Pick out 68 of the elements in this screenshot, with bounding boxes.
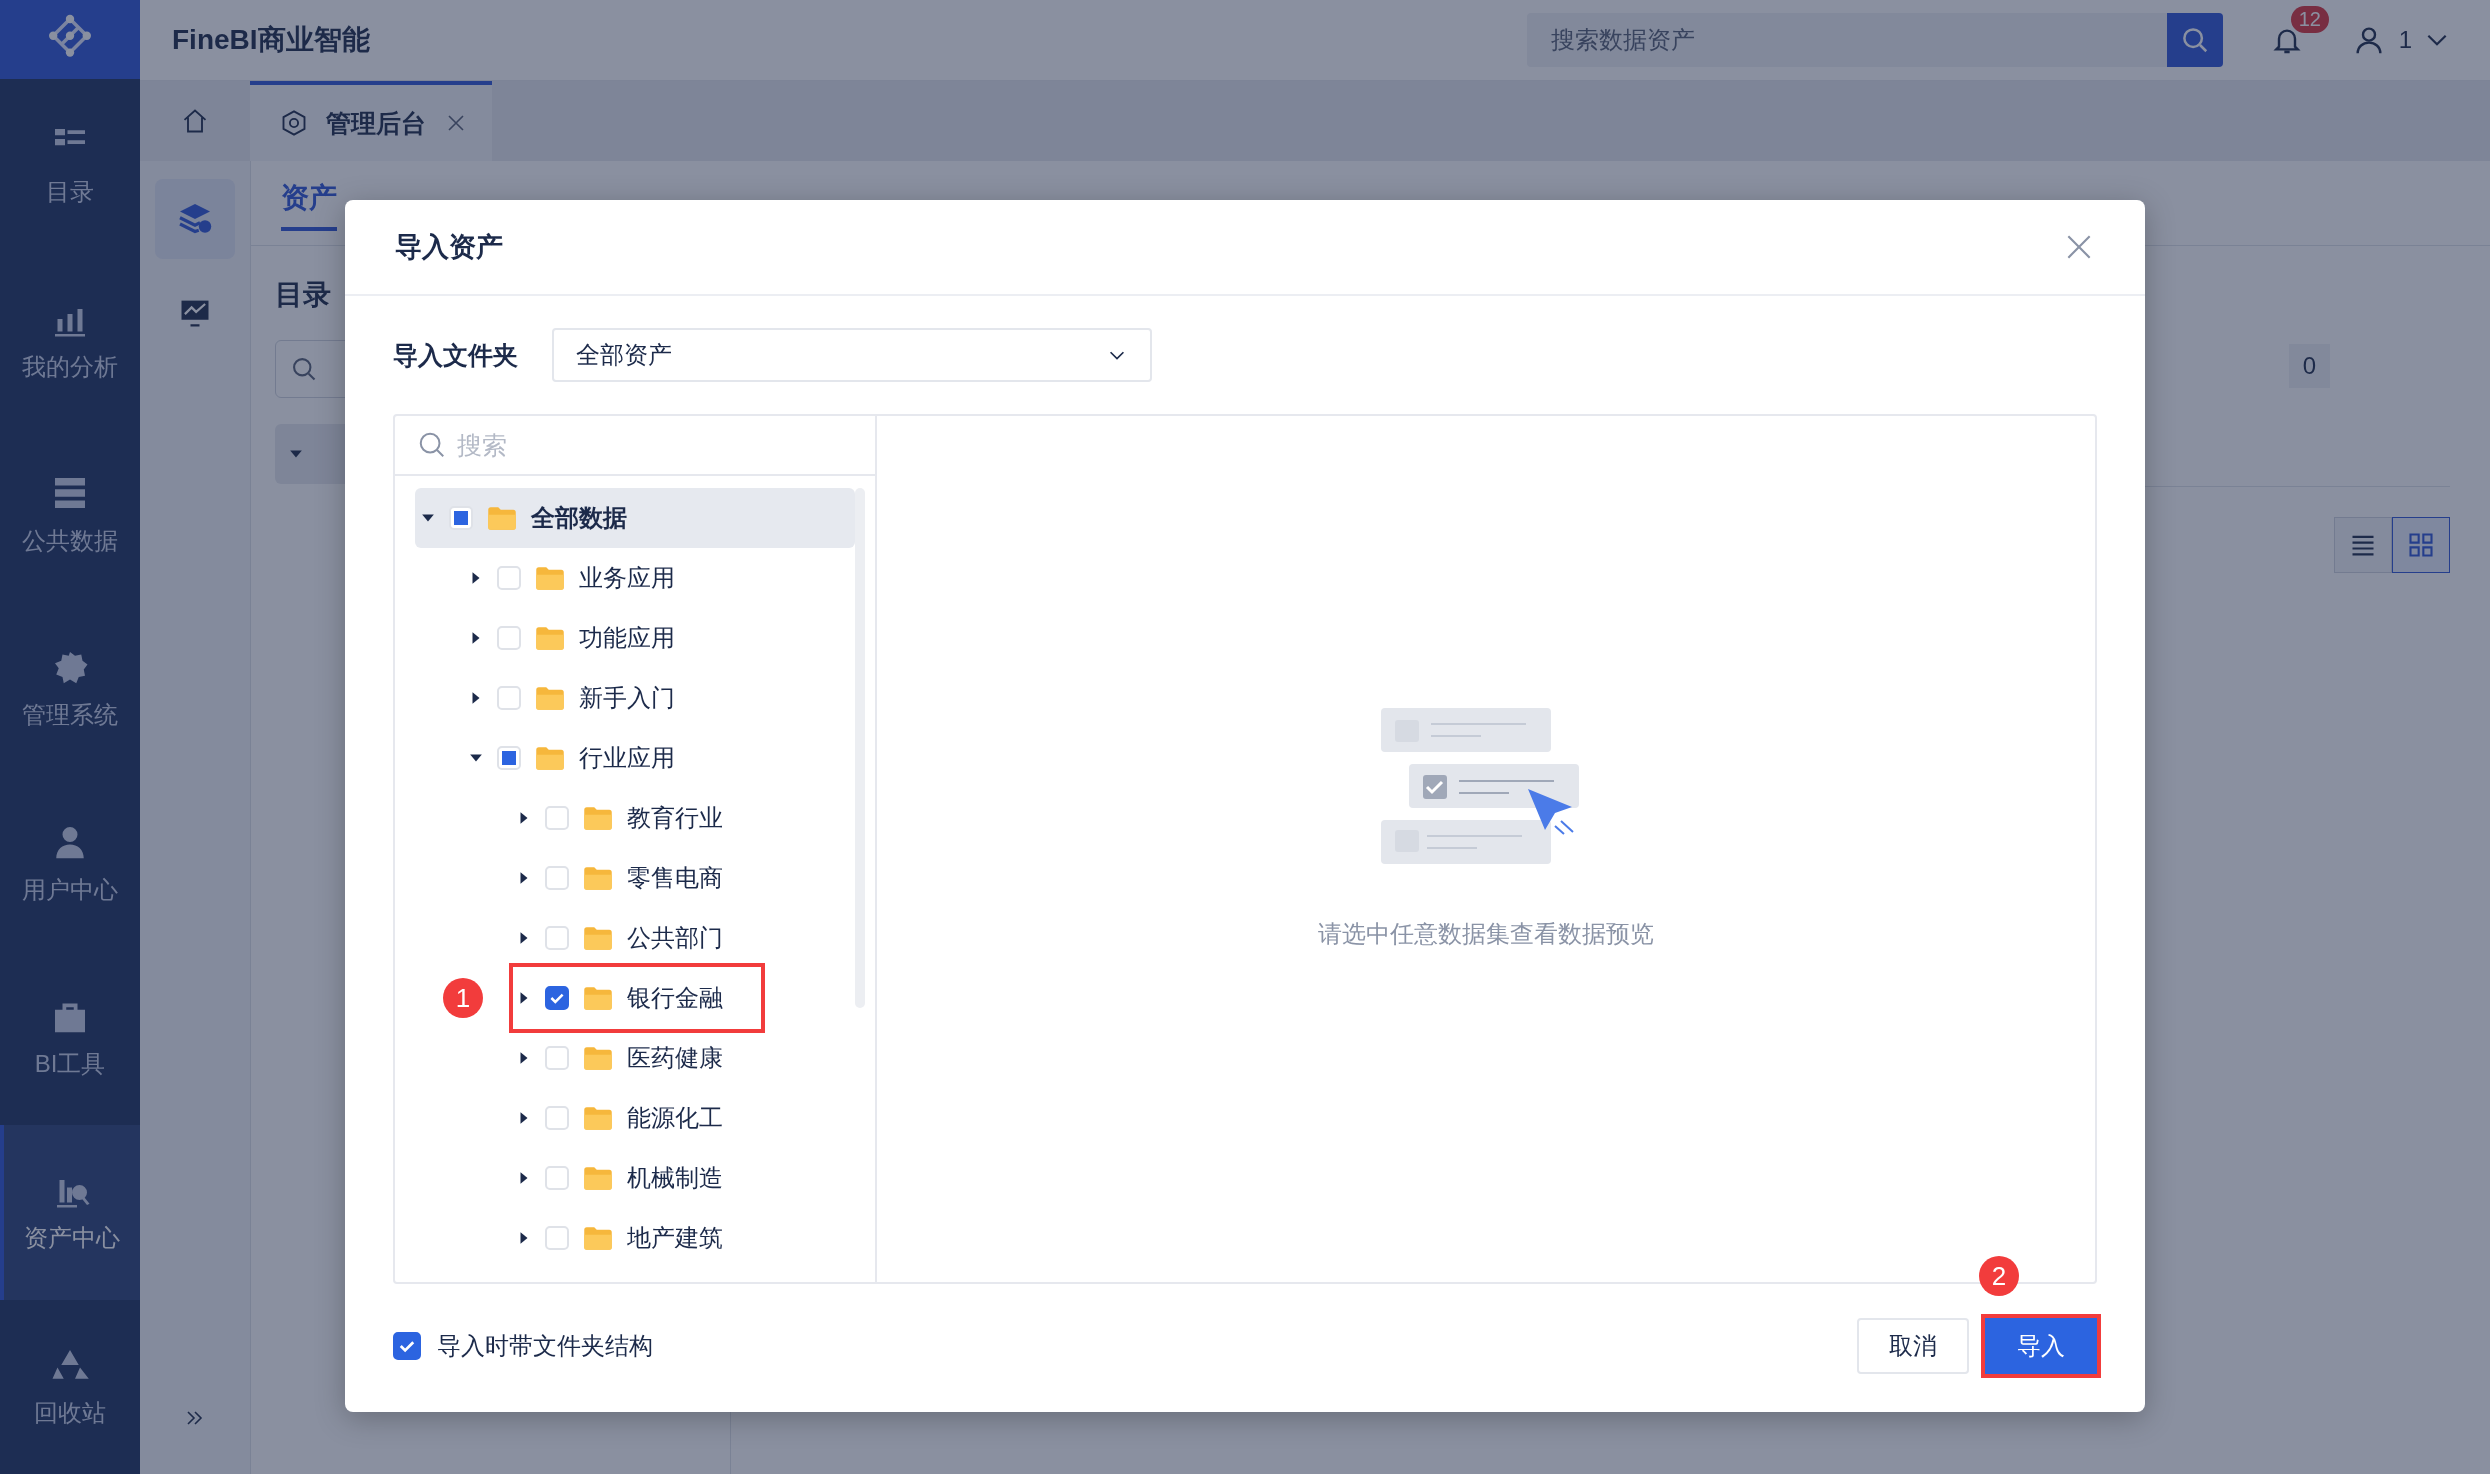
search-icon bbox=[290, 355, 318, 383]
app-title: FineBI商业智能 bbox=[172, 23, 370, 57]
dialog-title: 导入资产 bbox=[395, 231, 503, 264]
folder-icon bbox=[535, 565, 565, 591]
tree-row[interactable]: 全部数据 bbox=[415, 488, 855, 548]
folder-icon bbox=[583, 925, 613, 951]
checkbox[interactable] bbox=[393, 1332, 421, 1360]
checkbox[interactable] bbox=[545, 986, 569, 1010]
folder-icon bbox=[583, 985, 613, 1011]
folder-icon bbox=[535, 625, 565, 651]
tree-label[interactable]: 能源化工 bbox=[627, 1102, 723, 1134]
empty-hint: 请选中任意数据集查看数据预览 bbox=[1318, 919, 1654, 949]
nav-item[interactable]: 资产中心 bbox=[0, 1125, 140, 1300]
page-tab[interactable]: 管理后台 bbox=[250, 81, 492, 161]
step-badge: 2 bbox=[1979, 1256, 2019, 1296]
folder-icon bbox=[583, 1045, 613, 1071]
tree-row[interactable]: 机械制造 bbox=[511, 1148, 763, 1208]
tree-row[interactable]: 地产建筑 bbox=[511, 1208, 763, 1268]
tree-label[interactable]: 公共部门 bbox=[627, 922, 723, 954]
count-label: 0 bbox=[2288, 344, 2330, 388]
notification-badge: 12 bbox=[2290, 6, 2329, 33]
grid-icon bbox=[2407, 531, 2435, 559]
tree-label[interactable]: 教育行业 bbox=[627, 802, 723, 834]
tree-label[interactable]: 业务应用 bbox=[579, 562, 675, 594]
tree-row[interactable]: 银行金融 bbox=[511, 965, 763, 1031]
tree-label[interactable]: 行业应用 bbox=[579, 742, 675, 774]
tree-row[interactable]: 能源化工 bbox=[511, 1088, 763, 1148]
folder-icon bbox=[583, 1165, 613, 1191]
tree-label[interactable]: 功能应用 bbox=[579, 622, 675, 654]
list-view-button[interactable] bbox=[2334, 517, 2392, 573]
home-icon[interactable] bbox=[181, 107, 209, 135]
tree-row[interactable]: 医药健康 bbox=[511, 1028, 763, 1088]
folder-icon bbox=[583, 1105, 613, 1131]
search-icon bbox=[417, 430, 447, 460]
folder-icon bbox=[583, 865, 613, 891]
tree-label[interactable]: 新手入门 bbox=[579, 682, 675, 714]
scrollbar[interactable] bbox=[855, 488, 865, 1008]
folder-icon bbox=[535, 685, 565, 711]
rail-button[interactable] bbox=[155, 179, 235, 259]
folder-icon bbox=[535, 745, 565, 771]
tree-row[interactable]: 业务应用 bbox=[463, 548, 715, 608]
tree-label[interactable]: 机械制造 bbox=[627, 1162, 723, 1194]
tree-label[interactable]: 全部数据 bbox=[531, 502, 627, 534]
folder-label: 导入文件夹 bbox=[393, 339, 518, 371]
tree-label[interactable]: 医药健康 bbox=[627, 1042, 723, 1074]
folder-icon bbox=[583, 805, 613, 831]
search-field[interactable]: 搜索数据资产 bbox=[1526, 13, 2167, 67]
tree-row[interactable]: 新手入门 bbox=[463, 668, 715, 728]
grid-view-button[interactable] bbox=[2392, 517, 2450, 573]
logo-icon[interactable] bbox=[0, 0, 140, 80]
section-title: 目录 bbox=[275, 278, 332, 312]
step-badge: 1 bbox=[443, 978, 483, 1018]
folder-icon bbox=[487, 505, 517, 531]
user-name[interactable]: 1 bbox=[2398, 26, 2412, 54]
checkbox-label[interactable]: 导入时带文件夹结构 bbox=[437, 1330, 653, 1362]
tree-row[interactable]: 公共部门 bbox=[511, 908, 763, 968]
tree-label[interactable]: 银行金融 bbox=[627, 982, 723, 1014]
tree-row[interactable]: 零售电商 bbox=[511, 848, 763, 908]
cancel-button[interactable]: 取消 bbox=[1857, 1318, 1969, 1374]
folder-dropdown[interactable]: 全部资产 bbox=[552, 328, 1152, 382]
tree-label[interactable]: 零售电商 bbox=[627, 862, 723, 894]
tree-row[interactable]: 行业应用 bbox=[463, 728, 715, 788]
search-button[interactable] bbox=[2166, 13, 2223, 67]
folder-icon bbox=[583, 1225, 613, 1251]
tree-row[interactable]: 教育行业 bbox=[511, 788, 763, 848]
tree-row[interactable]: 功能应用 bbox=[463, 608, 715, 668]
settings-icon bbox=[280, 109, 308, 137]
tree-label[interactable]: 地产建筑 bbox=[627, 1222, 723, 1254]
